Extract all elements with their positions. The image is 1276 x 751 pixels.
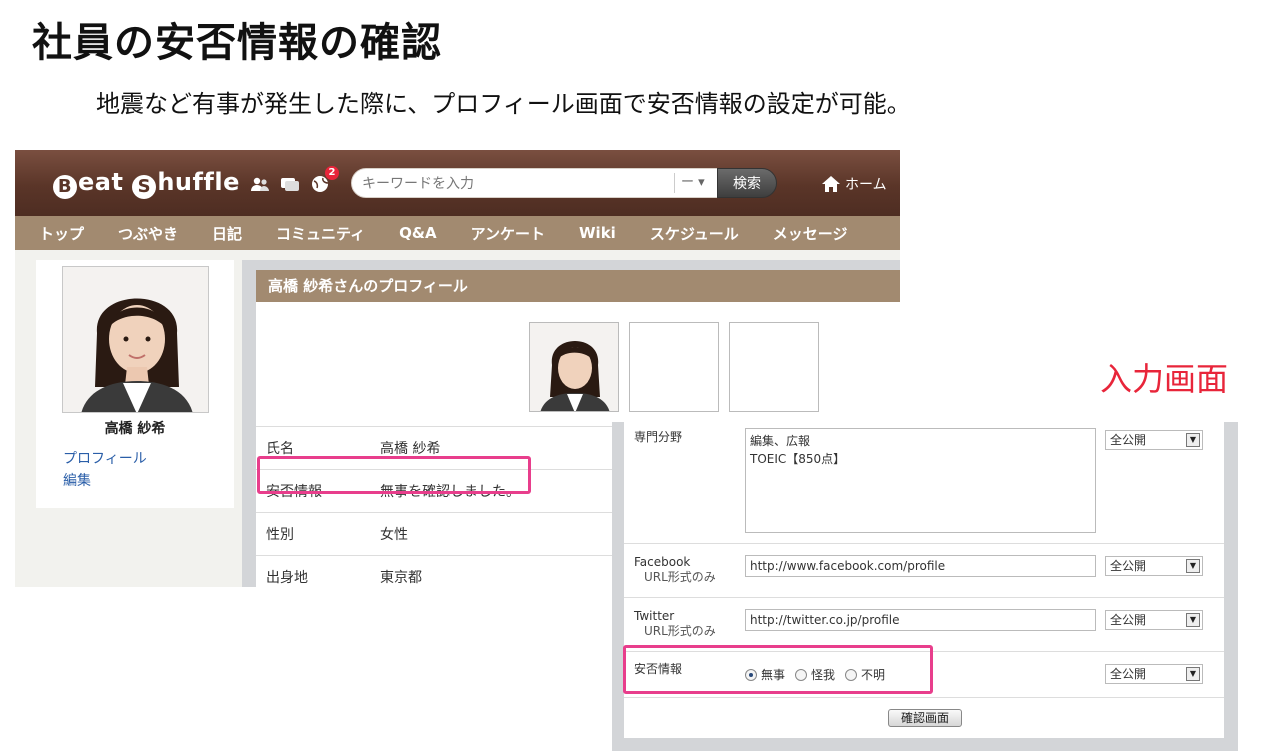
profile-key: 氏名 — [266, 441, 294, 457]
notification-badge: 2 — [325, 166, 339, 180]
confirm-screen-button[interactable]: 確認画面 — [888, 709, 962, 727]
logo-eat: eat — [78, 168, 133, 196]
facebook-visibility-select[interactable]: 全公開 ▼ — [1105, 556, 1203, 576]
twitter-url-input[interactable]: http://twitter.co.jp/profile — [745, 609, 1096, 631]
avatar[interactable] — [62, 266, 209, 413]
visibility-value: 全公開 — [1110, 613, 1147, 627]
chevron-down-icon: ▼ — [1186, 433, 1200, 447]
nav-item-schedule[interactable]: スケジュール — [650, 223, 739, 244]
specialty-textarea[interactable]: 編集、広報 TOEIC【850点】 — [745, 428, 1096, 533]
twitter-label-group: Twitter URL形式のみ — [634, 609, 716, 639]
nav-item-community[interactable]: コミュニティ — [276, 223, 365, 244]
edit-link[interactable]: 編集 — [63, 470, 91, 490]
search-input[interactable] — [362, 174, 662, 194]
profile-key: 性別 — [266, 527, 294, 543]
logo-s-mark: S — [132, 175, 157, 199]
slide-title: 社員の安否情報の確認 — [32, 20, 442, 66]
profile-value: 女性 — [380, 527, 408, 543]
form-row-facebook: Facebook URL形式のみ http://www.facebook.com… — [624, 544, 1224, 598]
profile-key: 出身地 — [266, 570, 308, 586]
visibility-value: 全公開 — [1110, 433, 1147, 447]
nav-item-survey[interactable]: アンケート — [471, 223, 545, 244]
input-form-screenshot: 専門分野 編集、広報 TOEIC【850点】 全公開 ▼ Facebook UR… — [612, 422, 1238, 751]
chevron-down-icon: ▼ — [1186, 559, 1200, 573]
home-link[interactable]: ホーム — [821, 174, 887, 194]
chevron-down-icon: ▼ — [1186, 613, 1200, 627]
search-bar: ー ▾ — [351, 168, 719, 198]
facebook-label: Facebook — [634, 555, 691, 569]
message-icon[interactable] — [279, 174, 301, 194]
profile-row-hometown: 出身地 東京都 — [256, 555, 616, 587]
nav-item-diary[interactable]: 日記 — [212, 223, 242, 244]
profile-photo-thumb-3[interactable] — [729, 322, 819, 412]
nav-item-message[interactable]: メッセージ — [773, 223, 848, 244]
nav-item-wiki[interactable]: Wiki — [579, 224, 616, 242]
profile-photo-thumb-1[interactable] — [529, 322, 619, 412]
profile-row-gender: 性別 女性 — [256, 512, 616, 555]
facebook-sublabel: URL形式のみ — [644, 570, 716, 584]
visibility-value: 全公開 — [1110, 559, 1147, 573]
logo-b-mark: B — [53, 175, 77, 199]
form-row-specialty: 専門分野 編集、広報 TOEIC【850点】 全公開 ▼ — [624, 422, 1224, 544]
facebook-label-group: Facebook URL形式のみ — [634, 555, 716, 585]
chevron-down-icon: ▼ — [1186, 667, 1200, 681]
app-logo[interactable]: Beat Shuffle — [53, 168, 240, 199]
notification-globe-icon[interactable]: 2 — [309, 166, 339, 194]
twitter-label: Twitter — [634, 609, 675, 623]
user-name: 高橋 紗希 — [104, 421, 166, 437]
friends-icon[interactable] — [249, 174, 271, 194]
nav-item-tweets[interactable]: つぶやき — [118, 223, 178, 244]
profile-link[interactable]: プロフィール — [63, 448, 147, 468]
profile-value: 東京都 — [380, 570, 422, 586]
app-header: Beat Shuffle 2 ー ▾ 検索 ホーム — [15, 150, 900, 216]
home-label: ホーム — [845, 177, 887, 193]
main-nav: トップ つぶやき 日記 コミュニティ Q&A アンケート Wiki スケジュール… — [15, 216, 900, 250]
twitter-visibility-select[interactable]: 全公開 ▼ — [1105, 610, 1203, 630]
facebook-url-input[interactable]: http://www.facebook.com/profile — [745, 555, 1096, 577]
profile-value: 高橋 紗希 — [380, 441, 441, 457]
safety-form-highlight — [623, 645, 933, 694]
specialty-line-1: 編集、広報 — [750, 434, 811, 448]
safety-info-highlight — [257, 456, 531, 494]
search-button[interactable]: 検索 — [717, 168, 777, 198]
specialty-line-2: TOEIC【850点】 — [750, 452, 846, 466]
specialty-visibility-select[interactable]: 全公開 ▼ — [1105, 430, 1203, 450]
specialty-label: 専門分野 — [634, 430, 683, 444]
visibility-value: 全公開 — [1110, 667, 1147, 681]
search-scope-select[interactable]: ー ▾ — [674, 173, 716, 193]
nav-item-qa[interactable]: Q&A — [399, 224, 436, 242]
slide-subtitle: 地震など有事が発生した際に、プロフィール画面で安否情報の設定が可能。 — [96, 90, 911, 118]
input-screen-label: 入力画面 — [1100, 360, 1229, 398]
profile-photo-thumb-2[interactable] — [629, 322, 719, 412]
form-row-twitter: Twitter URL形式のみ http://twitter.co.jp/pro… — [624, 598, 1224, 652]
user-sidebar-card: 高橋 紗希 プロフィール 編集 — [36, 260, 234, 508]
twitter-sublabel: URL形式のみ — [644, 624, 716, 638]
nav-item-top[interactable]: トップ — [39, 223, 84, 244]
home-icon — [822, 176, 840, 192]
safety-visibility-select[interactable]: 全公開 ▼ — [1105, 664, 1203, 684]
logo-huffle: huffle — [157, 168, 240, 196]
profile-header: 高橋 紗希さんのプロフィール — [256, 270, 900, 302]
